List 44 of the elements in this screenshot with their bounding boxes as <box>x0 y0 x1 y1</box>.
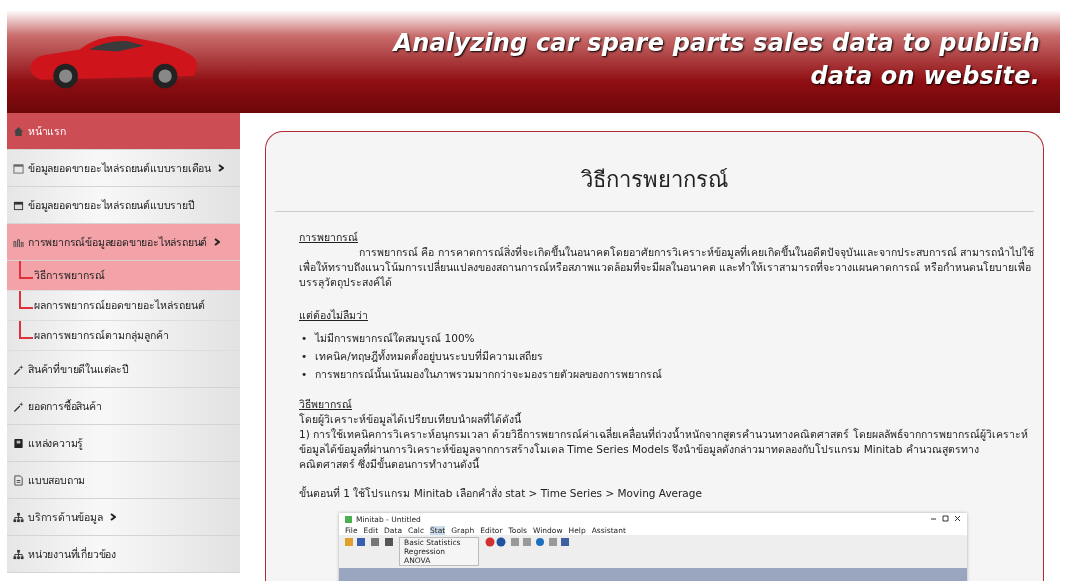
sidebar-item[interactable]: ยอดการซื้อสินค้า <box>7 388 240 425</box>
bullet-marker: • <box>301 349 308 364</box>
site-title: data on website. <box>809 60 1040 92</box>
chevron-icon <box>214 238 221 246</box>
sidebar-item[interactable]: หน้าแรก <box>7 113 240 150</box>
toolbar-icons-drawing <box>345 537 393 547</box>
sidebar-item[interactable]: แหล่งความรู้ <box>7 425 240 462</box>
bullet-item: เทคนิค/ทฤษฎีทั้งหมดตั้งอยู่บนระบบที่มีความเสถียร <box>315 348 543 365</box>
bullet-marker: • <box>301 331 308 346</box>
sidebar-item[interactable]: บริการด้านข้อมูล <box>7 499 240 536</box>
chevron-icon <box>109 513 116 521</box>
sidebar-item[interactable]: ข้อมูลยอดขายอะไหล่รถยนต์แบบรายเดือน <box>7 150 240 187</box>
section-heading: แต่ต้องไม่ลืมว่า <box>299 308 369 323</box>
paragraph: การพยากรณ์ คือ การคาดการณ์สิ่งที่จะเกิดขึ้นในอนาคตโดยอาศัยการวิเคราะห์ข้อมูลที่เคยเกิดขึ้นในอดีตปัจจุบันและจากประสบการณ์ สามารถนำไปใช้เพื่อให้ทราบถึงแนวโน้มการเปลี่ยนแปลงของสถานการณ์หรือสภาพแวดล้อมที่จะมีผลในอนาคต และทำให้เราสามารถที่จะวางแผนคาดการณ์ หรือกำหนดนโยบายเพื่อบรรลุวัตถุประสงค์ได้ <box>299 245 1034 290</box>
step-text: ขั้นตอนที่ 1 ใช้โปรแกรม Minitab เลือกคำสั่ง stat > Time Series > Moving Average <box>299 486 703 501</box>
window-controls-icon <box>931 515 961 522</box>
magic-wand-icon <box>13 363 24 375</box>
chevron-icon <box>218 164 224 172</box>
page-title: วิธีการพยากรณ์ <box>580 166 729 194</box>
section-heading: การพยากรณ์ <box>299 230 359 245</box>
calendar-icon <box>13 162 24 174</box>
book-icon <box>13 437 24 449</box>
site-title: Analyzing car spare parts sales data to publish <box>393 27 1040 59</box>
sitemap-icon <box>13 548 24 560</box>
sidebar-item[interactable]: ข้อมูลยอดขายอะไหล่รถยนต์แบบรายปี <box>7 187 240 224</box>
app-logo-icon <box>345 516 352 523</box>
home-icon <box>13 125 24 137</box>
bullet-marker: • <box>301 367 308 382</box>
submenu-item[interactable]: วิธีการพยากรณ์ <box>7 261 240 291</box>
sidebar-item[interactable]: การพยากรณ์ข้อมูลยอดขายอะไหล่รถยนต์ <box>7 224 240 261</box>
sidebar-item[interactable]: สินค้าที่ขายดีในแต่ละปี <box>7 351 240 388</box>
bullet-item: ไม่มีการพยากรณ์ใดสมบูรณ์ 100% <box>315 331 475 347</box>
sitemap-icon <box>13 511 24 523</box>
calendar-icon <box>13 199 24 211</box>
submenu-item[interactable]: ผลการพยากรณ์ยอดขายอะไหล่รถยนต์ <box>7 291 240 321</box>
section-heading: วิธีพยากรณ์ <box>299 397 353 412</box>
magic-wand-icon <box>13 400 24 412</box>
document-icon <box>13 474 24 486</box>
sidebar-item[interactable]: แบบสอบถาม <box>7 462 240 499</box>
bullet-item: การพยากรณ์นั้นเน้นมองในภาพรวมมากกว่าจะมองรายตัวผลของการพยากรณ์ <box>315 366 663 382</box>
bar-chart-icon <box>13 236 24 248</box>
paragraph: โดยผู้วิเคราะห์ข้อมูลได้เปรียบเทียบนำผลที่ได้ดังนี้ <box>299 412 522 427</box>
sidebar-item[interactable]: หน่วยงานที่เกี่ยวข้อง <box>7 536 240 573</box>
paragraph: 1) การใช้เทคนิคการวิเคราะห์อนุกรมเวลา ด้วยวิธีการพยากรณ์ค่าเฉลี่ยเคลื่อนที่ถ่วงน้ำหนักจากสูตรคำนวนทางคณิตศาสตร์ โดยผลลัพธ์จากการพยากรณ์ผู้วิเคราะห์ข้อมูลได้ข้อมูลที่ผ่านการวิเคราะห์ข้อมูลจากการสร้างโมเดล Time Series Models จึงนำข้อมูลดังกล่าวมาทดลองกับโปรแกรม Minitab คำนวณสูตรทางคณิตศาสตร์ ซึ่งมีขั้นตอนการทำงานดังนี้ <box>299 427 1029 472</box>
